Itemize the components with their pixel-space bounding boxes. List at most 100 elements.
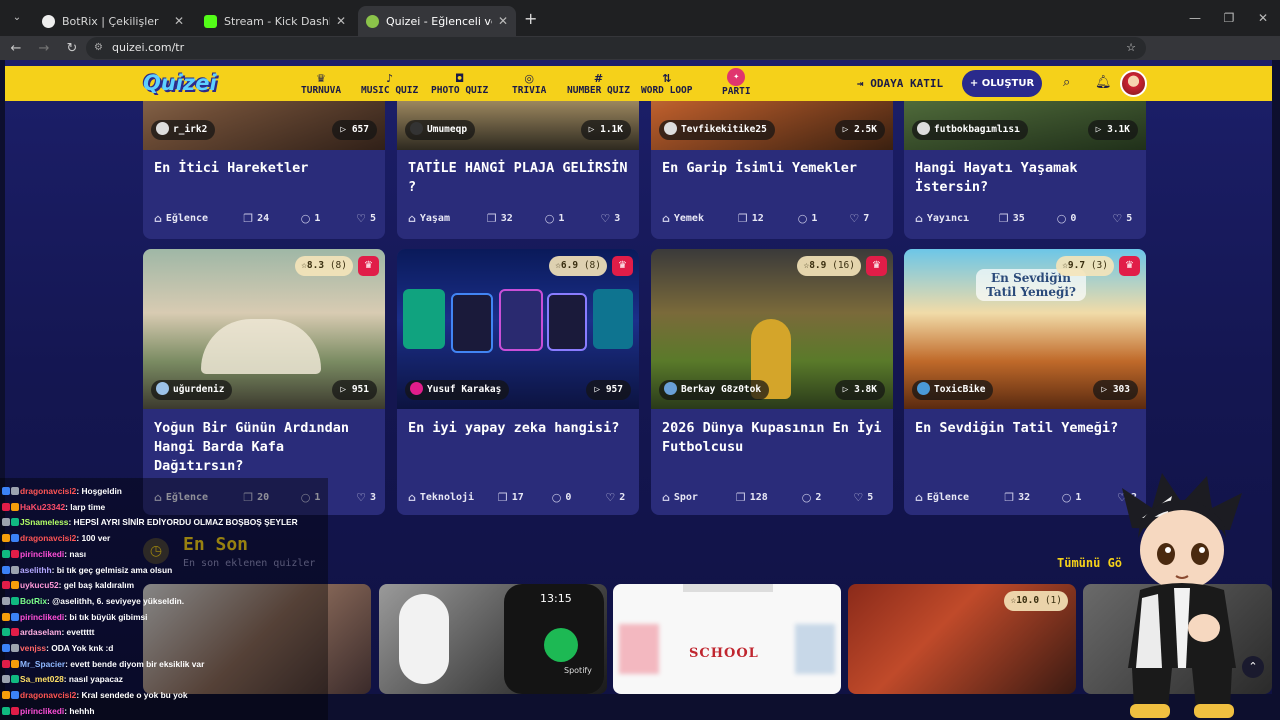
chat-username[interactable]: HaKu23342 bbox=[20, 502, 65, 512]
quiz-card[interactable]: r_irk2 ▷ 657 En İtici Hareketler ⌂ Eğlenc… bbox=[143, 90, 385, 239]
back-icon[interactable]: ← bbox=[4, 41, 28, 56]
author-chip[interactable]: Tevfikekitike25 bbox=[659, 120, 775, 140]
nav-parti[interactable]: ✦ PARTI bbox=[722, 68, 751, 97]
questions-icon: ❐ bbox=[737, 212, 748, 225]
chat-text: : hehhh bbox=[64, 705, 95, 716]
join-room-button[interactable]: ⇥ ODAYA KATIL bbox=[857, 77, 943, 90]
quiz-title[interactable]: En iyi yapay zeka hangisi? bbox=[408, 419, 630, 438]
author-chip[interactable]: futbokbagımlısı bbox=[912, 120, 1028, 140]
comment-icon: ○ bbox=[801, 491, 812, 504]
quizei-logo[interactable]: Quizei bbox=[143, 71, 217, 95]
chat-username[interactable]: venjss bbox=[20, 643, 46, 653]
author-chip[interactable]: Berkay G8z0tok bbox=[659, 380, 770, 400]
quiz-card[interactable]: ☆8.3 (8) ♛ uğurdeniz ▷ 951 Yoğun Bir Gün… bbox=[143, 249, 385, 515]
nav-turnuva[interactable]: ♛ TURNUVA bbox=[301, 72, 341, 96]
author-avatar bbox=[156, 382, 169, 395]
quiz-title[interactable]: 2026 Dünya Kupasının En İyi Futbolcusu bbox=[662, 419, 884, 457]
quiz-title[interactable]: Hangi Hayatı Yaşamak İstersin? bbox=[915, 159, 1137, 197]
question-count: 32 bbox=[500, 213, 513, 224]
quiz-title[interactable]: En Garip İsimli Yemekler bbox=[662, 159, 884, 178]
chat-username[interactable]: aselithh bbox=[20, 565, 52, 575]
hash-icon: # bbox=[593, 72, 604, 85]
chat-badge-icon bbox=[2, 565, 10, 574]
quiz-title[interactable]: En Sevdiğin Tatil Yemeği? bbox=[915, 419, 1137, 438]
tab-search-icon[interactable]: ⌄ bbox=[8, 9, 26, 27]
quiz-card[interactable]: En Sevdiğin Tatil Yemeği? ☆9.7 (3) ♛ Tox… bbox=[904, 249, 1146, 515]
close-tab-icon[interactable]: ✕ bbox=[498, 14, 508, 28]
chat-username[interactable]: dragonavcisi2 bbox=[20, 690, 76, 700]
author-chip[interactable]: Umumeqp bbox=[405, 120, 476, 140]
address-bar[interactable]: ⚙ quizei.com/tr ☆ bbox=[86, 37, 1146, 59]
quiz-title[interactable]: Yoğun Bir Günün Ardından Hangi Barda Kaf… bbox=[154, 419, 376, 476]
close-tab-icon[interactable]: ✕ bbox=[336, 14, 346, 28]
bell-icon[interactable]: 🔔︎ bbox=[1095, 75, 1112, 90]
latest-quiz-thumb[interactable]: 13:15 Spotify bbox=[379, 584, 607, 694]
quiz-title[interactable]: En İtici Hareketler bbox=[154, 159, 376, 178]
quiz-card[interactable]: Tevfikekitike25 ▷ 2.5K En Garip İsimli Y… bbox=[651, 90, 893, 239]
nav-photo-quiz[interactable]: ◘ PHOTO QUIZ bbox=[431, 72, 488, 96]
close-tab-icon[interactable]: ✕ bbox=[174, 14, 184, 28]
chat-username[interactable]: uykucu52 bbox=[20, 580, 59, 590]
browser-tab-botrix[interactable]: BotRix | Çekilişler ✕ bbox=[34, 6, 192, 36]
quiz-card[interactable]: ☆8.9 (16) ♛ Berkay G8z0tok ▷ 3.8K 2026 D… bbox=[651, 249, 893, 515]
chat-badge-icon bbox=[11, 691, 19, 700]
crown-icon: ♛ bbox=[358, 256, 379, 276]
play-icon: ▷ bbox=[340, 124, 352, 135]
nav-music-quiz[interactable]: ♪ MUSIC QUIZ bbox=[361, 72, 418, 96]
comment-icon: ○ bbox=[300, 212, 311, 225]
forward-icon[interactable]: → bbox=[32, 41, 56, 56]
quiz-card[interactable]: ☆6.9 (8) ♛ Yusuf Karakaş ▷ 957 En iyi ya… bbox=[397, 249, 639, 515]
chat-username[interactable]: pirinclikedi bbox=[20, 612, 64, 622]
minimize-icon[interactable]: — bbox=[1178, 0, 1212, 36]
chat-username[interactable]: dragonavcisi2 bbox=[20, 486, 76, 496]
chat-username[interactable]: Mr_Spacier bbox=[20, 659, 65, 669]
chat-username[interactable]: ardaselam bbox=[20, 627, 61, 637]
quiz-card[interactable]: futbokbagımlısı ▷ 3.1K Hangi Hayatı Yaşa… bbox=[904, 90, 1146, 239]
school-label: SCHOOL bbox=[689, 646, 759, 661]
chat-username[interactable]: pirinclikedi bbox=[20, 549, 64, 559]
nav-number-quiz[interactable]: # NUMBER QUIZ bbox=[567, 72, 630, 96]
chat-badge-icon bbox=[2, 502, 10, 511]
quiz-title[interactable]: TATİLE HANGİ PLAJA GELİRSİN ? bbox=[408, 159, 630, 197]
nav-label: PARTI bbox=[722, 86, 751, 97]
chat-message: venjss: ODA Yok knk :d bbox=[2, 641, 113, 656]
author-chip[interactable]: r_irk2 bbox=[151, 120, 216, 140]
quiz-card[interactable]: Umumeqp ▷ 1.1K TATİLE HANGİ PLAJA GELİRS… bbox=[397, 90, 639, 239]
chat-username[interactable]: pirinclikedi bbox=[20, 706, 64, 716]
like-count: 5 bbox=[369, 213, 376, 224]
questions-icon: ❐ bbox=[735, 491, 746, 504]
reload-icon[interactable]: ↻ bbox=[60, 41, 84, 56]
comment-count: 2 bbox=[815, 492, 822, 503]
view-count-value: 3.1K bbox=[1107, 124, 1130, 135]
spotify-icon bbox=[544, 628, 578, 662]
tab-title: Quizei - Eğlenceli ve etkileşimli bbox=[386, 14, 492, 28]
latest-quiz-thumb[interactable]: ☆10.0 (1) bbox=[848, 584, 1076, 694]
maximize-icon[interactable]: ❐ bbox=[1212, 0, 1246, 36]
create-button[interactable]: + OLUŞTUR bbox=[962, 70, 1042, 97]
latest-quiz-thumb[interactable]: SCHOOL bbox=[613, 584, 841, 694]
new-tab-icon[interactable]: + bbox=[524, 9, 537, 28]
chat-username[interactable]: Sa_met028 bbox=[20, 674, 64, 684]
browser-tab-kick[interactable]: Stream - Kick Dashboard ✕ bbox=[196, 6, 354, 36]
chat-text: : gel baş kaldıralım bbox=[58, 580, 135, 591]
comment-icon: ○ bbox=[551, 491, 562, 504]
author-chip[interactable]: uğurdeniz bbox=[151, 380, 233, 400]
user-avatar[interactable] bbox=[1120, 70, 1147, 97]
search-icon[interactable]: ⌕ bbox=[1063, 75, 1070, 90]
nav-word-loop[interactable]: ⇅ WORD LOOP bbox=[641, 72, 692, 96]
author-chip[interactable]: Yusuf Karakaş bbox=[405, 380, 510, 400]
scroll-top-icon[interactable]: ⌃ bbox=[1242, 656, 1264, 678]
rating-value: 8.3 bbox=[306, 260, 325, 271]
close-window-icon[interactable]: ✕ bbox=[1246, 0, 1280, 36]
browser-tab-quizei[interactable]: Quizei - Eğlenceli ve etkileşimli ✕ bbox=[358, 6, 516, 36]
nav-trivia[interactable]: ◎ TRIVIA bbox=[512, 72, 546, 96]
nav-label: NUMBER QUIZ bbox=[567, 85, 630, 96]
site-info-icon[interactable]: ⚙ bbox=[94, 37, 103, 59]
chat-username[interactable]: dragonavcisi2 bbox=[20, 533, 76, 543]
chat-username[interactable]: JSnameless bbox=[20, 517, 68, 527]
bookmark-star-icon[interactable]: ☆ bbox=[1126, 37, 1136, 59]
chat-username[interactable]: BotRix bbox=[20, 596, 47, 606]
quiz-meta: ⌂ Yemek ❐ 12 ○ 1 ♡ 7 bbox=[662, 212, 884, 225]
author-chip[interactable]: ToxicBike bbox=[912, 380, 994, 400]
play-icon: ▷ bbox=[842, 384, 855, 395]
